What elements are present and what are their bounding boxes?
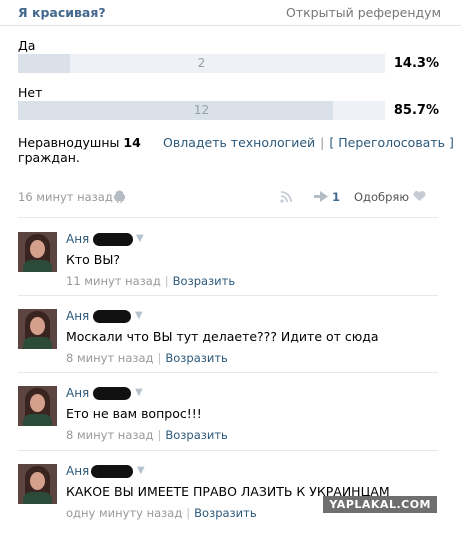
- link-separator: |: [320, 135, 325, 150]
- avatar[interactable]: [18, 232, 57, 272]
- heart-icon[interactable]: [413, 190, 426, 206]
- divider: [18, 295, 438, 296]
- android-icon: [114, 190, 125, 206]
- comment-author[interactable]: Аня: [66, 309, 89, 323]
- comment-time[interactable]: 11 минут назад: [66, 274, 161, 288]
- voters-count: 14: [123, 135, 141, 150]
- reply-link[interactable]: Возразить: [165, 428, 227, 442]
- poll-option-label: Да: [18, 38, 36, 53]
- comment-author[interactable]: Аня: [66, 386, 89, 400]
- redacted-surname: [93, 233, 133, 246]
- comment-meta: 8 минут назад | Возразить: [66, 428, 228, 442]
- reply-link[interactable]: Возразить: [173, 274, 235, 288]
- poll-option-bar[interactable]: 12: [18, 101, 385, 120]
- chevron-down-icon[interactable]: ▼: [135, 310, 143, 321]
- redacted-surname: [93, 387, 131, 400]
- poll-option-percent: 14.3%: [393, 56, 439, 71]
- comment-author[interactable]: Аня: [66, 464, 89, 478]
- poll-links: Овладеть технологией | [ Переголосовать ]: [163, 135, 454, 150]
- poll-option-percent: 85.7%: [393, 103, 439, 118]
- chevron-down-icon[interactable]: ▼: [137, 465, 145, 476]
- comment-text: Ето не вам вопрос!!!: [66, 406, 202, 421]
- voters-suffix: граждан.: [18, 150, 80, 165]
- redacted-surname: [93, 310, 131, 323]
- voters-summary: Неравнодушны 14 граждан.: [18, 135, 148, 165]
- comment: Аня ▼ Ето не вам вопрос!!! 8 минут назад…: [18, 386, 448, 456]
- revote-link[interactable]: [ Переголосовать ]: [329, 135, 453, 150]
- like-button[interactable]: Одобряю: [354, 190, 409, 204]
- comment: Аня ▼ Кто ВЫ? 11 минут назад | Возразить: [18, 232, 448, 302]
- comment-time[interactable]: 8 минут назад: [66, 351, 153, 365]
- avatar[interactable]: [18, 309, 57, 349]
- avatar[interactable]: [18, 464, 57, 504]
- divider: [18, 217, 438, 218]
- comment-text: Кто ВЫ?: [66, 252, 121, 267]
- site-watermark: YAPLAKAL.COM: [323, 496, 437, 513]
- chevron-down-icon[interactable]: ▼: [135, 387, 143, 398]
- poll-header: Я красивая? Открытый референдум: [0, 0, 461, 26]
- divider: [18, 372, 438, 373]
- chevron-down-icon[interactable]: ▼: [136, 233, 144, 244]
- poll-type: Открытый референдум: [286, 5, 441, 20]
- poll-option-bar[interactable]: 2: [18, 54, 385, 73]
- comment: Аня ▼ Москали что ВЫ тут делаете??? Идит…: [18, 309, 448, 379]
- comment-time[interactable]: 8 минут назад: [66, 428, 153, 442]
- comment-author[interactable]: Аня: [66, 232, 89, 246]
- share-count: 1: [332, 190, 341, 204]
- comment-text: Москали что ВЫ тут делаете??? Идите от с…: [66, 329, 379, 344]
- voters-prefix: Неравнодушны: [18, 135, 120, 150]
- comment-meta: 8 минут назад | Возразить: [66, 351, 228, 365]
- poll-option-label: Нет: [18, 85, 43, 100]
- redacted-surname: [91, 465, 133, 478]
- poll-footer: Неравнодушны 14 граждан. Овладеть технол…: [18, 135, 454, 171]
- comment-time[interactable]: одну минуту назад: [66, 506, 182, 520]
- comment-meta: одну минуту назад | Возразить: [66, 506, 257, 520]
- post-meta: 16 минут назад 1 Одобряю: [18, 190, 438, 206]
- poll-question: Я красивая?: [18, 5, 106, 20]
- reply-link[interactable]: Возразить: [165, 351, 227, 365]
- tech-link[interactable]: Овладеть технологией: [163, 135, 315, 150]
- share-icon[interactable]: [314, 191, 328, 205]
- comment-meta: 11 минут назад | Возразить: [66, 274, 236, 288]
- post-time[interactable]: 16 минут назад: [18, 190, 113, 204]
- reply-link[interactable]: Возразить: [194, 506, 256, 520]
- rss-icon[interactable]: [280, 190, 293, 206]
- avatar[interactable]: [18, 386, 57, 426]
- poll-option-count: 2: [197, 56, 206, 70]
- poll-option-count: 12: [193, 103, 210, 117]
- divider: [18, 450, 438, 451]
